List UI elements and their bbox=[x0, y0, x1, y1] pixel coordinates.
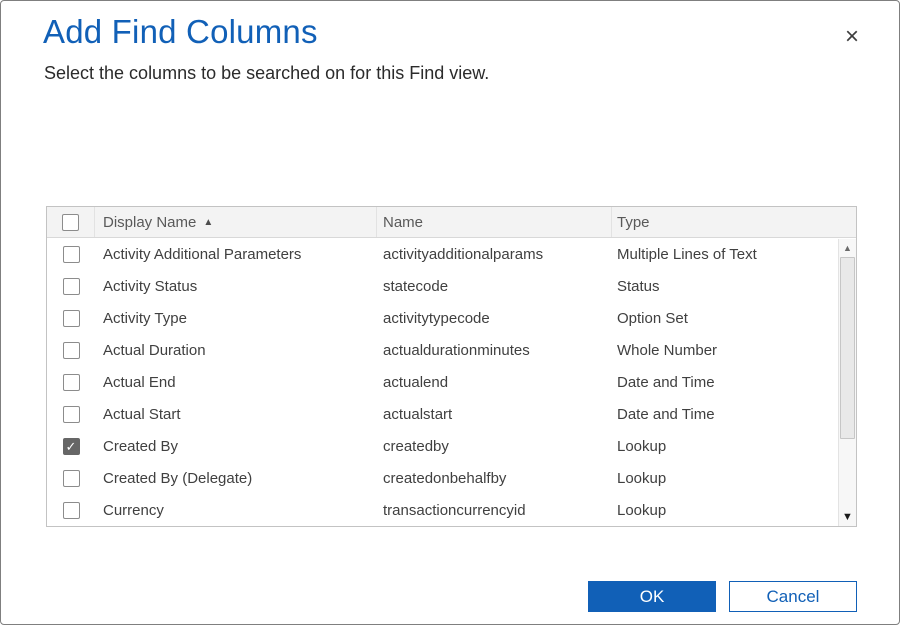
cell-type: Whole Number bbox=[612, 342, 838, 359]
header-type[interactable]: Type bbox=[612, 207, 856, 237]
table-row: Created By (Delegate)createdonbehalfbyLo… bbox=[47, 462, 838, 494]
table-row: Actual DurationactualdurationminutesWhol… bbox=[47, 334, 838, 366]
table-row: Activity Additional Parametersactivityad… bbox=[47, 238, 838, 270]
scrollbar-track[interactable] bbox=[839, 439, 856, 508]
row-checkbox-checked[interactable]: ✓ bbox=[63, 438, 80, 455]
row-checkbox[interactable] bbox=[63, 374, 80, 391]
cell-name: actualdurationminutes bbox=[377, 342, 612, 359]
row-checkbox-cell bbox=[47, 278, 95, 295]
cell-name: actualstart bbox=[377, 406, 612, 423]
cell-type: Date and Time bbox=[612, 374, 838, 391]
cell-name: activityadditionalparams bbox=[377, 246, 612, 263]
table-row: ✓ Created BycreatedbyLookup bbox=[47, 430, 838, 462]
cell-display-name: Actual Start bbox=[95, 406, 377, 423]
cell-display-name: Created By bbox=[95, 438, 377, 455]
table-row: Activity TypeactivitytypecodeOption Set bbox=[47, 302, 838, 334]
row-checkbox-cell bbox=[47, 246, 95, 263]
table-row: Actual EndactualendDate and Time bbox=[47, 366, 838, 398]
cell-type: Lookup bbox=[612, 502, 838, 519]
dialog-subtitle: Select the columns to be searched on for… bbox=[44, 63, 489, 84]
row-checkbox-cell: ✓ bbox=[47, 438, 95, 455]
table-header-row: Display Name ▲ Name Type bbox=[47, 207, 856, 238]
header-display-name[interactable]: Display Name ▲ bbox=[95, 207, 377, 237]
row-checkbox[interactable] bbox=[63, 246, 80, 263]
cell-display-name: Actual Duration bbox=[95, 342, 377, 359]
header-name[interactable]: Name bbox=[377, 207, 612, 237]
cell-type: Date and Time bbox=[612, 406, 838, 423]
cell-name: transactioncurrencyid bbox=[377, 502, 612, 519]
table-scrollbar[interactable]: ▲ ▼ bbox=[838, 239, 856, 526]
add-find-columns-dialog: Add Find Columns Select the columns to b… bbox=[0, 0, 900, 625]
table-row: Activity StatusstatecodeStatus bbox=[47, 270, 838, 302]
cell-type: Lookup bbox=[612, 470, 838, 487]
columns-table: Display Name ▲ Name Type Activity Additi… bbox=[46, 206, 857, 527]
row-checkbox-cell bbox=[47, 406, 95, 423]
cancel-button[interactable]: Cancel bbox=[729, 581, 857, 612]
header-name-label: Name bbox=[383, 214, 423, 231]
scroll-up-icon[interactable]: ▲ bbox=[839, 239, 856, 257]
row-checkbox[interactable] bbox=[63, 406, 80, 423]
row-checkbox-cell bbox=[47, 310, 95, 327]
row-checkbox[interactable] bbox=[63, 342, 80, 359]
cell-display-name: Created By (Delegate) bbox=[95, 470, 377, 487]
select-all-checkbox[interactable] bbox=[62, 214, 79, 231]
cell-display-name: Activity Type bbox=[95, 310, 377, 327]
cell-type: Lookup bbox=[612, 438, 838, 455]
page-title: Add Find Columns bbox=[43, 13, 318, 51]
row-checkbox-cell bbox=[47, 342, 95, 359]
table-body: Activity Additional Parametersactivityad… bbox=[47, 238, 856, 526]
header-display-name-label: Display Name bbox=[103, 214, 196, 231]
header-type-label: Type bbox=[617, 214, 650, 231]
sort-ascending-icon: ▲ bbox=[203, 217, 213, 228]
cell-type: Option Set bbox=[612, 310, 838, 327]
ok-button[interactable]: OK bbox=[588, 581, 716, 612]
cell-type: Multiple Lines of Text bbox=[612, 246, 838, 263]
header-checkbox-cell bbox=[47, 207, 95, 237]
table-row: Actual StartactualstartDate and Time bbox=[47, 398, 838, 430]
scroll-down-icon[interactable]: ▼ bbox=[839, 508, 856, 526]
cell-display-name: Actual End bbox=[95, 374, 377, 391]
cell-name: actualend bbox=[377, 374, 612, 391]
cell-name: createdonbehalfby bbox=[377, 470, 612, 487]
row-checkbox-cell bbox=[47, 502, 95, 519]
row-checkbox[interactable] bbox=[63, 470, 80, 487]
row-checkbox[interactable] bbox=[63, 310, 80, 327]
cell-name: activitytypecode bbox=[377, 310, 612, 327]
scrollbar-thumb[interactable] bbox=[840, 257, 855, 439]
row-checkbox[interactable] bbox=[63, 278, 80, 295]
row-checkbox-cell bbox=[47, 374, 95, 391]
cell-display-name: Activity Additional Parameters bbox=[95, 246, 377, 263]
cell-name: createdby bbox=[377, 438, 612, 455]
cell-display-name: Currency bbox=[95, 502, 377, 519]
cell-display-name: Activity Status bbox=[95, 278, 377, 295]
row-checkbox[interactable] bbox=[63, 502, 80, 519]
close-icon[interactable]: × bbox=[845, 25, 859, 49]
cell-name: statecode bbox=[377, 278, 612, 295]
cell-type: Status bbox=[612, 278, 838, 295]
dialog-footer: OK Cancel bbox=[588, 581, 857, 612]
row-checkbox-cell bbox=[47, 470, 95, 487]
table-row: CurrencytransactioncurrencyidLookup bbox=[47, 494, 838, 526]
